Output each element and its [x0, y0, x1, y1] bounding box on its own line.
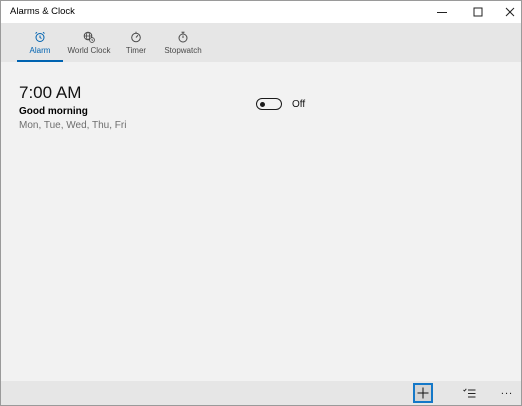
window-title: Alarms & Clock: [10, 6, 75, 17]
tab-alarm[interactable]: Alarm: [17, 23, 63, 62]
minimize-icon: [437, 12, 447, 13]
command-bar: ...: [1, 381, 521, 405]
title-bar: Alarms & Clock: [1, 1, 521, 23]
stopwatch-icon: [177, 31, 189, 43]
tab-timer[interactable]: Timer: [119, 23, 153, 62]
select-list-icon: [462, 388, 475, 397]
add-alarm-button[interactable]: [413, 383, 433, 403]
tab-bar: Alarm World Clock Timer Stopwatch: [1, 23, 521, 62]
tab-timer-label: Timer: [125, 46, 147, 55]
select-alarms-button[interactable]: [459, 381, 479, 405]
tab-world-clock-label: World Clock: [67, 46, 111, 55]
tab-stopwatch[interactable]: Stopwatch: [161, 23, 205, 62]
toggle-knob: [260, 101, 265, 107]
tab-alarm-label: Alarm: [29, 46, 51, 55]
alarm-days: Mon, Tue, Wed, Thu, Fri: [19, 120, 127, 131]
alarm-toggle-switch[interactable]: [256, 98, 282, 110]
alarm-name: Good morning: [19, 106, 88, 117]
maximize-button[interactable]: [461, 1, 495, 23]
more-options-button[interactable]: ...: [497, 381, 517, 405]
plus-icon: [417, 387, 429, 399]
app-window: Alarms & Clock Alarm World Clock Timer S…: [0, 0, 522, 406]
globe-icon: [83, 31, 95, 43]
tab-stopwatch-label: Stopwatch: [164, 46, 202, 55]
timer-icon: [130, 31, 142, 43]
close-button[interactable]: [493, 1, 521, 23]
active-tab-indicator: [17, 60, 63, 62]
alarm-clock-icon: [34, 31, 46, 43]
alarm-list-item[interactable]: 7:00 AM Good morning Mon, Tue, Wed, Thu,…: [19, 83, 126, 132]
alarm-time: 7:00 AM: [19, 83, 82, 102]
alarm-toggle-label: Off: [292, 99, 306, 110]
tab-world-clock[interactable]: World Clock: [65, 23, 113, 62]
close-icon: [505, 7, 515, 17]
minimize-button[interactable]: [425, 1, 459, 23]
maximize-icon: [473, 7, 483, 17]
